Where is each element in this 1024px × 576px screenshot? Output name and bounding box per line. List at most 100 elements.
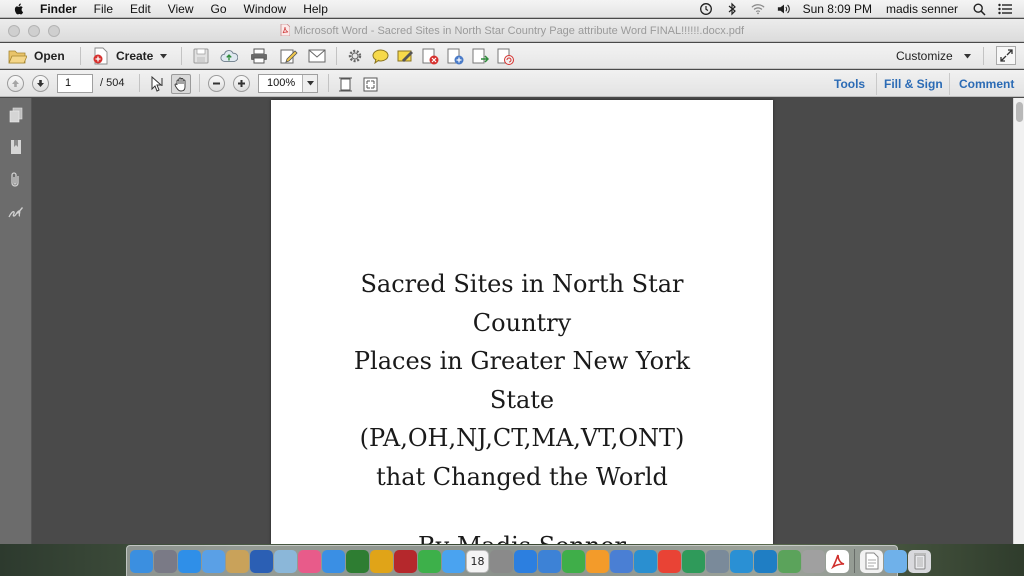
- volume-icon[interactable]: [777, 2, 791, 16]
- zoom-in-button[interactable]: [233, 75, 250, 92]
- comment-bubble-icon[interactable]: [371, 47, 389, 65]
- extract-page-icon[interactable]: [471, 47, 489, 65]
- title-line: that Changed the World: [376, 462, 668, 491]
- calendar-icon[interactable]: 18: [466, 549, 489, 573]
- word-icon[interactable]: [250, 549, 273, 573]
- safari-icon[interactable]: [178, 549, 201, 573]
- zoom-level-select[interactable]: 100%: [258, 74, 318, 93]
- cloud-upload-icon[interactable]: [220, 47, 238, 65]
- document-title: Sacred Sites in North Star Country Place…: [271, 265, 773, 496]
- zoom-dropdown-icon[interactable]: [302, 75, 317, 92]
- email-icon[interactable]: [308, 47, 326, 65]
- menu-window[interactable]: Window: [244, 2, 287, 16]
- image-capture-icon[interactable]: [706, 549, 729, 573]
- acrobat-icon[interactable]: [826, 549, 849, 573]
- itunes-icon[interactable]: [298, 549, 321, 573]
- notes-icon[interactable]: [226, 549, 249, 573]
- hand-tool-icon[interactable]: [171, 74, 191, 94]
- print-icon[interactable]: [250, 47, 268, 65]
- toolbar-divider: [876, 73, 877, 95]
- fit-page-icon[interactable]: [336, 75, 354, 93]
- bootcamp-icon[interactable]: [802, 549, 825, 573]
- dock-separator: [854, 549, 855, 573]
- page-thumbnails-icon[interactable]: [7, 106, 24, 123]
- edit-document-icon[interactable]: [280, 47, 298, 65]
- menu-edit[interactable]: Edit: [130, 2, 151, 16]
- customize-button[interactable]: Customize: [896, 46, 971, 66]
- delete-page-icon[interactable]: [421, 47, 439, 65]
- next-page-button[interactable]: [32, 75, 49, 92]
- full-screen-icon[interactable]: [361, 75, 379, 93]
- cyberduck-2-icon[interactable]: [754, 549, 777, 573]
- chrome-icon[interactable]: [658, 549, 681, 573]
- finder-icon[interactable]: [130, 549, 153, 573]
- document-byline: By Madis Senner: [271, 532, 773, 544]
- title-line: Sacred Sites in North Star: [360, 270, 684, 298]
- customize-label: Customize: [896, 49, 953, 63]
- create-dropdown-icon: [160, 53, 168, 59]
- notification-center-icon[interactable]: [998, 2, 1012, 16]
- page-total-label: / 504: [100, 77, 125, 89]
- globe-icon[interactable]: [682, 549, 705, 573]
- create-button[interactable]: Create: [92, 46, 168, 66]
- page-number-input[interactable]: 1: [57, 74, 93, 93]
- photo-booth-icon[interactable]: [394, 549, 417, 573]
- save-icon[interactable]: [192, 47, 210, 65]
- menu-go[interactable]: Go: [211, 2, 227, 16]
- main-toolbar: Open Create Customize: [0, 43, 1024, 69]
- pdf-page[interactable]: Sacred Sites in North Star Country Place…: [271, 100, 773, 544]
- highlight-icon[interactable]: [396, 47, 414, 65]
- preview-icon[interactable]: [274, 549, 297, 573]
- bluetooth-icon[interactable]: [725, 2, 739, 16]
- select-cursor-icon[interactable]: [148, 75, 166, 93]
- mail-icon[interactable]: [202, 549, 225, 573]
- rotate-page-icon[interactable]: [496, 47, 514, 65]
- window-title: Microsoft Word - Sacred Sites in North S…: [0, 23, 1024, 37]
- menubar-clock[interactable]: Sun 8:09 PM: [803, 2, 872, 16]
- menu-view[interactable]: View: [168, 2, 194, 16]
- system-preferences-icon[interactable]: [490, 549, 513, 573]
- vertical-scrollbar[interactable]: [1013, 98, 1024, 544]
- contacts-icon[interactable]: [778, 549, 801, 573]
- pages-icon[interactable]: [586, 549, 609, 573]
- signatures-icon[interactable]: [7, 203, 24, 220]
- trash-icon[interactable]: [908, 549, 931, 573]
- time-machine-icon[interactable]: [699, 2, 713, 16]
- tools-pane-button[interactable]: Tools: [834, 77, 865, 91]
- facetime-icon[interactable]: [418, 549, 441, 573]
- comment-pane-button[interactable]: Comment: [959, 77, 1014, 91]
- apple-icon[interactable]: [12, 2, 28, 16]
- cyberduck-icon[interactable]: [730, 549, 753, 573]
- bookmarks-icon[interactable]: [7, 138, 24, 155]
- opera-icon[interactable]: [370, 549, 393, 573]
- keynote-2-icon[interactable]: [610, 549, 633, 573]
- numbers-icon[interactable]: [562, 549, 585, 573]
- insert-page-icon[interactable]: [446, 47, 464, 65]
- messages-icon[interactable]: [442, 549, 465, 573]
- fill-sign-pane-button[interactable]: Fill & Sign: [884, 77, 943, 91]
- app-store-icon[interactable]: [322, 549, 345, 573]
- keynote-icon[interactable]: [538, 549, 561, 573]
- safari-2-icon[interactable]: [514, 549, 537, 573]
- zoom-out-button[interactable]: [208, 75, 225, 92]
- wifi-icon[interactable]: [751, 2, 765, 16]
- expand-window-icon[interactable]: [996, 46, 1016, 65]
- menu-file[interactable]: File: [94, 2, 113, 16]
- attachments-paperclip-icon[interactable]: [7, 171, 24, 188]
- menu-finder[interactable]: Finder: [40, 2, 77, 16]
- spotlight-search-icon[interactable]: [972, 2, 986, 16]
- document-icon[interactable]: [860, 549, 883, 573]
- document-viewer[interactable]: Sacred Sites in North Star Country Place…: [33, 98, 1013, 544]
- open-button[interactable]: Open: [8, 46, 65, 66]
- menubar-user[interactable]: madis senner: [886, 2, 958, 16]
- launchpad-icon[interactable]: [154, 549, 177, 573]
- solitaire-icon[interactable]: [346, 549, 369, 573]
- settings-gear-icon[interactable]: [346, 47, 364, 65]
- ccleaner-icon[interactable]: [634, 549, 657, 573]
- calendar-day-label: 18: [470, 554, 485, 568]
- open-folder-icon: [8, 49, 27, 64]
- menu-help[interactable]: Help: [303, 2, 328, 16]
- scrollbar-thumb[interactable]: [1016, 102, 1023, 122]
- previous-page-button[interactable]: [7, 75, 24, 92]
- folder-icon[interactable]: [884, 549, 907, 573]
